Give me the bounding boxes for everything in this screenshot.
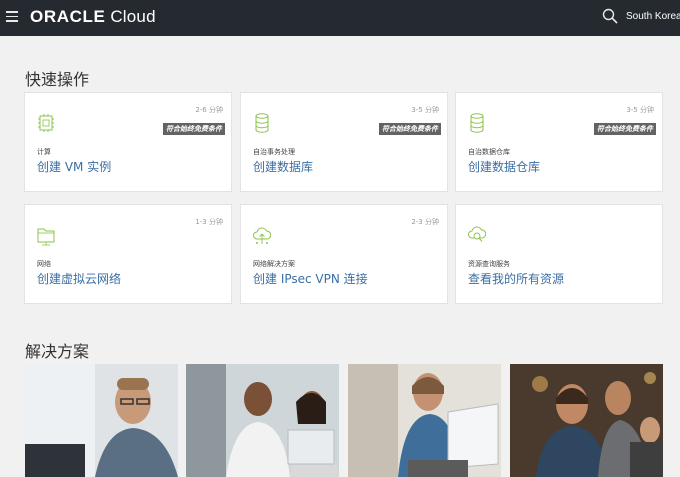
card-category: 计算	[37, 148, 51, 156]
database-icon	[470, 113, 484, 133]
quick-action-card-create-vcn[interactable]: 1-3 分钟 网络 创建虚拟云网络	[24, 204, 232, 304]
card-category: 自治事务处理	[253, 148, 295, 156]
quick-action-card-view-all-resources[interactable]: 资源查询服务 查看我的所有资源	[455, 204, 663, 304]
time-estimate: 3-5 分钟	[411, 106, 439, 114]
solution-image-1[interactable]	[25, 364, 178, 477]
menu-icon[interactable]	[6, 11, 18, 23]
logo-brand: ORACLE	[30, 7, 106, 26]
cloud-upload-icon	[253, 227, 271, 244]
oracle-cloud-logo[interactable]: ORACLE Cloud	[30, 7, 156, 27]
always-free-badge: 符合始终免费条件	[379, 123, 441, 135]
quick-action-card-create-database[interactable]: 3-5 分钟 符合始终免费条件 自治事务处理 创建数据库	[240, 92, 448, 192]
time-estimate: 2-3 分钟	[411, 218, 439, 226]
search-icon[interactable]	[602, 8, 618, 24]
time-estimate: 3-5 分钟	[626, 106, 654, 114]
card-category: 自治数据仓库	[468, 148, 510, 156]
folder-network-icon	[37, 228, 55, 246]
solutions-title: 解决方案	[25, 342, 90, 361]
database-icon	[255, 113, 269, 133]
quick-actions-title: 快速操作	[25, 70, 90, 89]
card-category: 网络解决方案	[253, 260, 295, 268]
quick-action-card-create-data-warehouse[interactable]: 3-5 分钟 符合始终免费条件 自治数据仓库 创建数据仓库	[455, 92, 663, 192]
region-selector[interactable]: South Korea Ce	[626, 11, 680, 22]
always-free-badge: 符合始终免费条件	[594, 123, 656, 135]
quick-action-card-create-vm[interactable]: 2-6 分钟 符合始终免费条件 计算 创建 VM 实例	[24, 92, 232, 192]
chip-icon	[38, 114, 54, 132]
top-navigation-bar: ORACLE Cloud South Korea Ce	[0, 0, 680, 36]
card-action-link[interactable]: 创建 VM 实例	[37, 158, 111, 175]
always-free-badge: 符合始终免费条件	[163, 123, 225, 135]
quick-action-card-create-ipsec-vpn[interactable]: 2-3 分钟 网络解决方案 创建 IPsec VPN 连接	[240, 204, 448, 304]
cloud-search-icon	[468, 226, 486, 242]
card-action-link[interactable]: 创建数据库	[253, 158, 313, 175]
card-action-link[interactable]: 创建虚拟云网络	[37, 270, 121, 287]
solution-image-2[interactable]	[186, 364, 339, 477]
card-category: 网络	[37, 260, 51, 268]
logo-product: Cloud	[110, 7, 156, 26]
card-action-link[interactable]: 创建 IPsec VPN 连接	[253, 270, 368, 287]
solution-image-3[interactable]	[348, 364, 501, 477]
time-estimate: 1-3 分钟	[195, 218, 223, 226]
time-estimate: 2-6 分钟	[195, 106, 223, 114]
solution-image-4[interactable]	[510, 364, 663, 477]
card-action-link[interactable]: 查看我的所有资源	[468, 270, 564, 287]
card-action-link[interactable]: 创建数据仓库	[468, 158, 540, 175]
card-category: 资源查询服务	[468, 260, 510, 268]
